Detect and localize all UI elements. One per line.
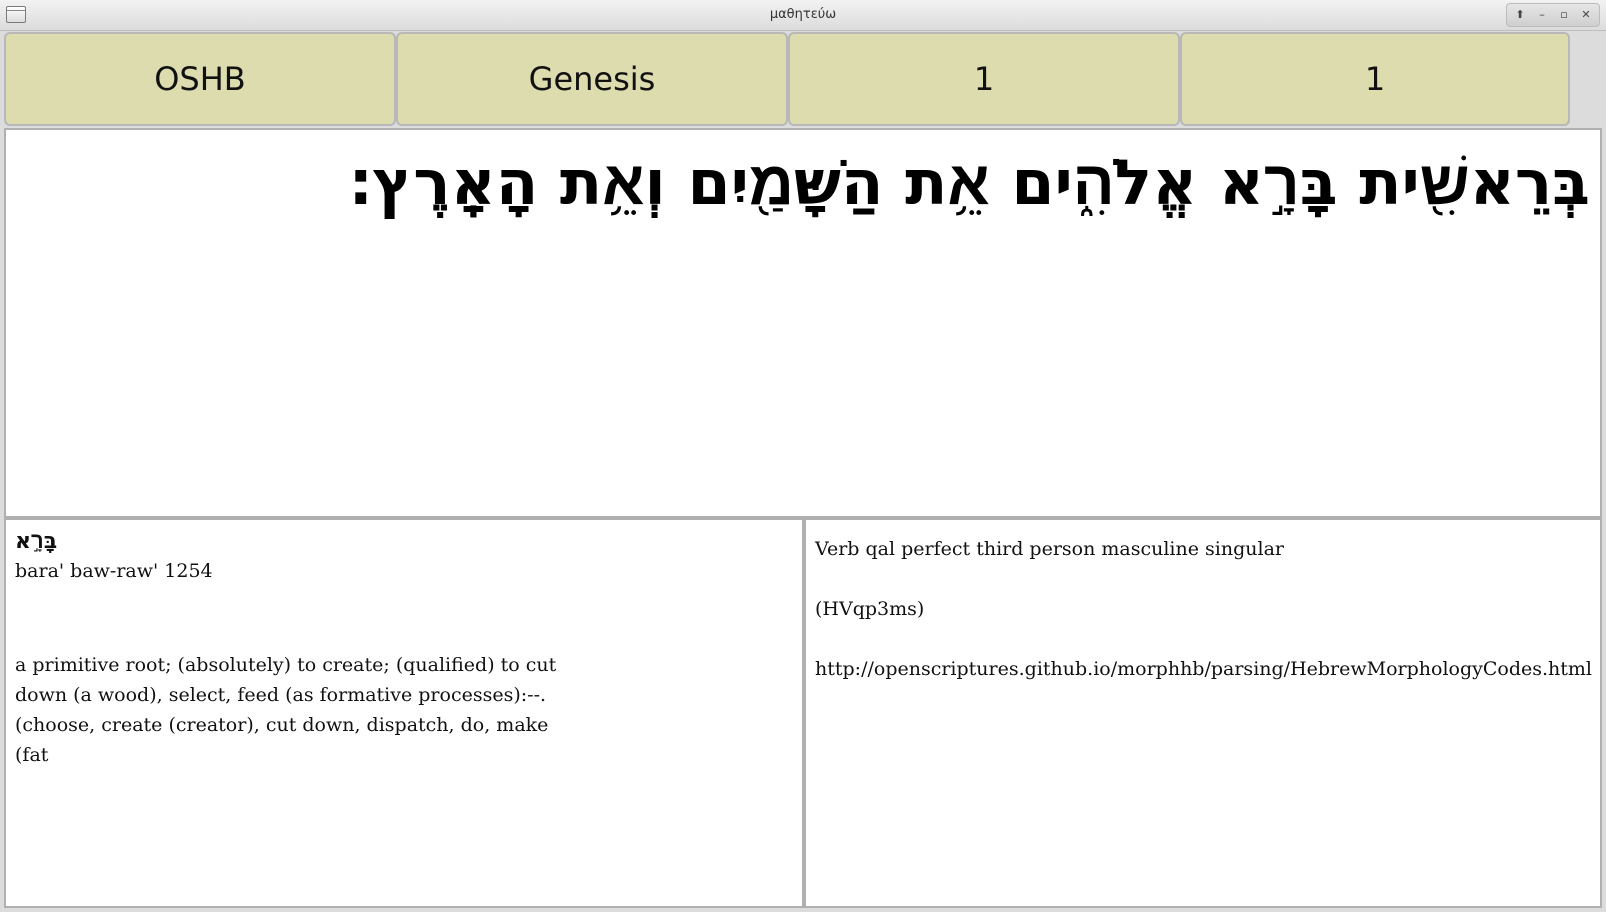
morphology-pane: Verb qal perfect third person masculine … xyxy=(804,518,1602,908)
lexicon-pane: בָּרָ֣א bara' baw-raw' 1254 a primitive … xyxy=(4,518,804,908)
verse-word[interactable]: אֱלֹהִ֑ים xyxy=(1011,146,1197,219)
verse-word[interactable]: הַשָּׁמַ֖יִם xyxy=(687,146,883,219)
verse-word[interactable]: בָּרָ֣א xyxy=(1219,146,1338,219)
verse-word[interactable]: בְּרֵאשִׁ֖ית xyxy=(1359,146,1590,219)
chapter-button[interactable]: 1 xyxy=(788,32,1180,126)
verse-button[interactable]: 1 xyxy=(1180,32,1570,126)
book-button[interactable]: Genesis xyxy=(396,32,788,126)
window-controls: ⬆ – ▫ ✕ xyxy=(1506,3,1600,27)
maximize-icon[interactable]: ▫ xyxy=(1554,4,1574,26)
morphology-link[interactable]: http://openscriptures.github.io/morphhb/… xyxy=(815,654,1594,684)
lexicon-word: בָּרָ֣א xyxy=(15,529,58,554)
morphology-description: Verb qal perfect third person masculine … xyxy=(815,538,1284,560)
close-icon[interactable]: ✕ xyxy=(1576,4,1596,26)
lexicon-transliteration: bara' baw-raw' 1254 xyxy=(15,560,213,582)
window-title: μαθητεύω xyxy=(769,7,837,22)
shade-icon[interactable]: ⬆ xyxy=(1510,4,1530,26)
navigation-bar: OSHB Genesis 1 1 xyxy=(4,30,1602,128)
verse-word[interactable]: וְאֵ֥ת xyxy=(560,146,666,219)
verse-word[interactable]: הָאָֽרֶץ׃ xyxy=(349,146,538,219)
title-bar[interactable]: μαθητεύω ⬆ – ▫ ✕ xyxy=(0,0,1606,31)
morphology-code: (HVqp3ms) xyxy=(815,598,925,620)
version-button[interactable]: OSHB xyxy=(4,32,396,126)
app-window: μαθητεύω ⬆ – ▫ ✕ OSHB Genesis 1 1 בְּרֵא… xyxy=(0,0,1606,912)
verse-text: בְּרֵאשִׁ֖ית בָּרָ֣א אֱלֹהִ֑ים אֵ֥ת הַשָ… xyxy=(349,138,1590,228)
verse-text-pane: בְּרֵאשִׁ֖ית בָּרָ֣א אֱלֹהִ֑ים אֵ֥ת הַשָ… xyxy=(4,128,1602,518)
lexicon-definition: a primitive root; (absolutely) to create… xyxy=(15,654,557,766)
verse-word[interactable]: אֵ֥ת xyxy=(905,146,990,219)
minimize-icon[interactable]: – xyxy=(1532,4,1552,26)
